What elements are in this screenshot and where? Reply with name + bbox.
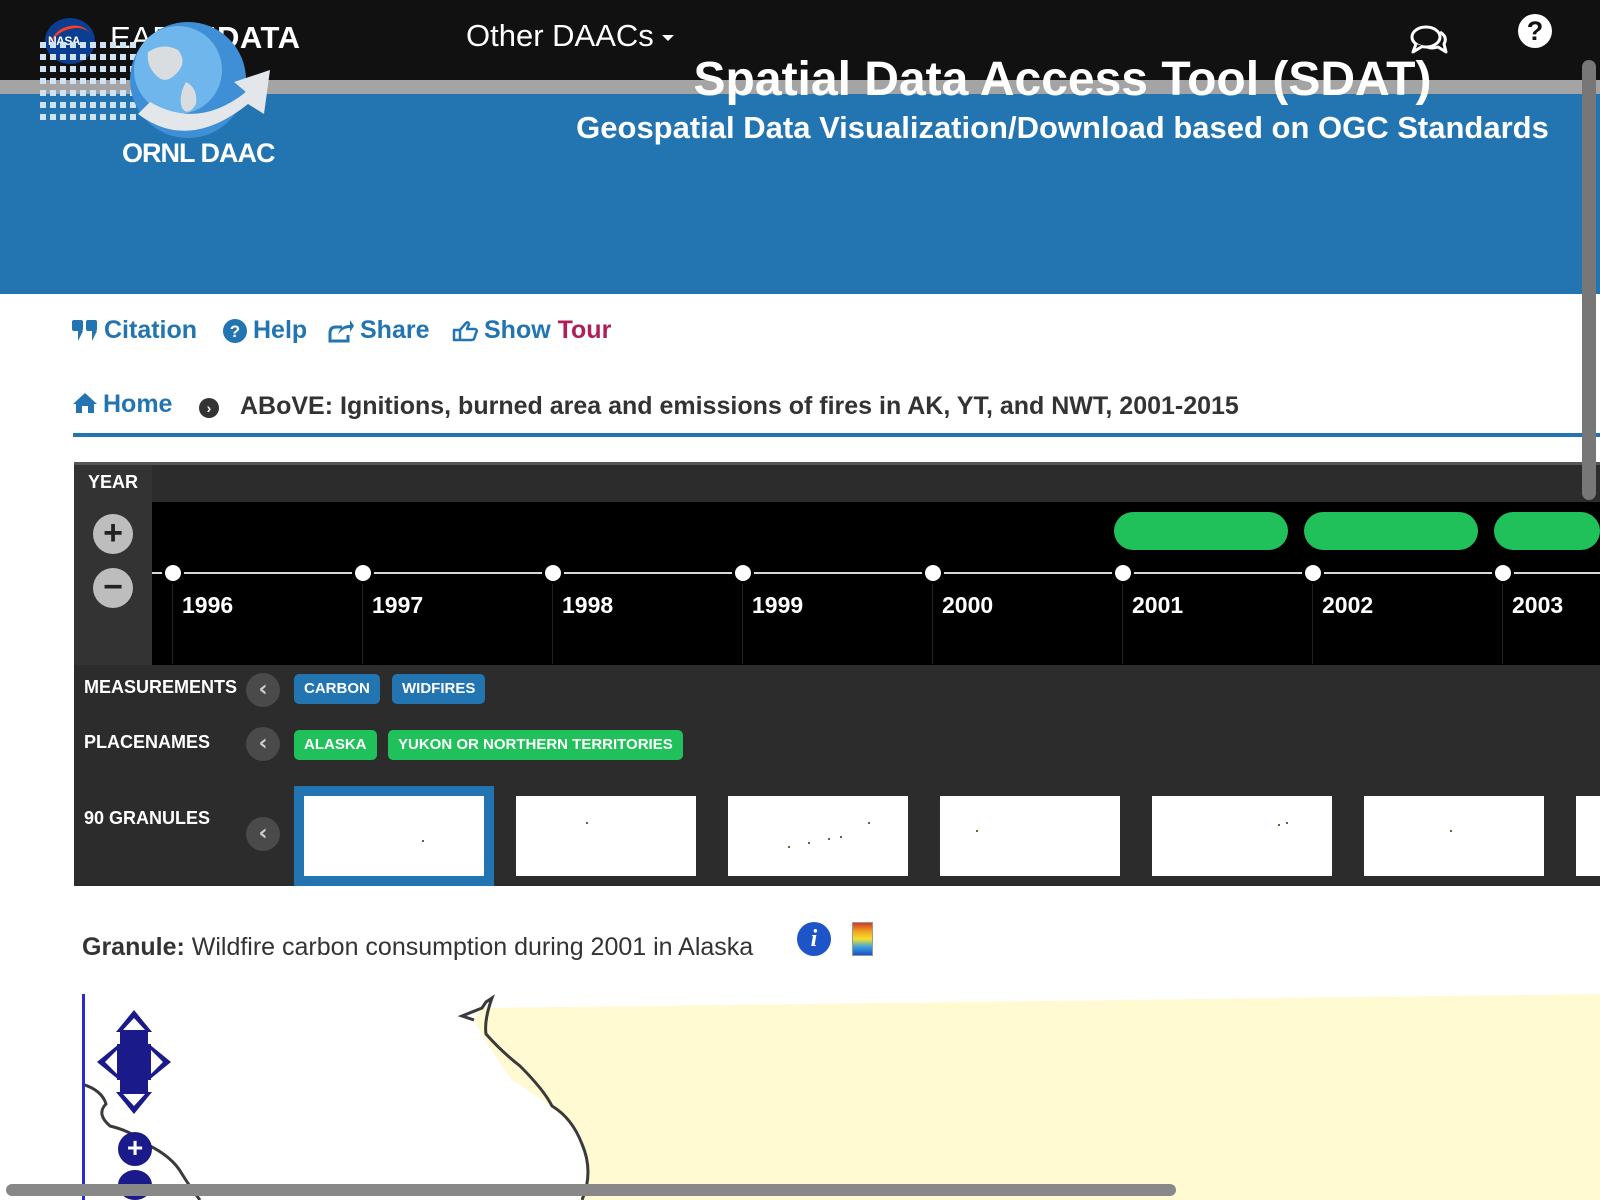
map-zoom-in-button[interactable]: + — [118, 1132, 152, 1166]
svg-text:?: ? — [230, 322, 240, 341]
timeline-tick — [552, 574, 553, 664]
other-daacs-label: Other DAACs — [466, 18, 654, 53]
share-link[interactable]: Share — [328, 316, 429, 345]
timeline-data-range-2003[interactable] — [1494, 512, 1600, 550]
tour-label: Tour — [557, 316, 612, 344]
ornl-daac-logo-text: ORNL DAAC — [122, 138, 275, 168]
granule-thumbnail[interactable] — [1364, 796, 1544, 876]
hand-pointer-icon — [452, 321, 478, 342]
timeline-tick — [1122, 574, 1123, 664]
horizontal-scrollbar[interactable] — [6, 1184, 1176, 1196]
timeline-year-marker-1999[interactable] — [732, 562, 754, 584]
placenames-label: PLACENAMES — [84, 732, 211, 752]
timeline-tick — [1312, 574, 1313, 664]
vertical-scrollbar[interactable] — [1582, 60, 1596, 500]
timeline-tick — [362, 574, 363, 664]
home-icon — [73, 393, 97, 413]
granules-count-label: 90 GRANULES — [84, 808, 211, 828]
caret-down-icon — [661, 34, 674, 41]
chevron-right-icon: › — [199, 398, 219, 418]
share-label: Share — [360, 316, 430, 344]
timeline-year-label-1999[interactable]: 1999 — [752, 592, 803, 619]
breadcrumb-home-label: Home — [103, 390, 173, 418]
info-icon[interactable]: i — [797, 922, 831, 956]
timeline-data-range-2001[interactable] — [1114, 512, 1288, 550]
timeline-year-marker-2003[interactable] — [1492, 562, 1514, 584]
timeline-year-label-2000[interactable]: 2000 — [942, 592, 993, 619]
granule-thumbnail[interactable] — [728, 796, 908, 876]
timeline-year-label-1998[interactable]: 1998 — [562, 592, 613, 619]
citation-label: Citation — [104, 316, 198, 344]
timeline-year-label-1997[interactable]: 1997 — [372, 592, 423, 619]
granule-thumbnail[interactable] — [1576, 796, 1600, 876]
timeline-tick — [1502, 574, 1503, 664]
granule-description: Granule: Wildfire carbon consumption dur… — [82, 933, 753, 962]
show-tour-link[interactable]: Show Tour — [452, 316, 611, 345]
placename-tag-alaska[interactable]: ALASKA — [294, 730, 377, 760]
other-daacs-menu[interactable]: Other DAACs — [466, 18, 674, 54]
show-label: Show — [484, 316, 551, 344]
map-left-border — [82, 994, 85, 1200]
granules-back-button[interactable]: ‹ — [246, 817, 280, 851]
granule-text: Wildfire carbon consumption during 2001 … — [191, 933, 754, 961]
timeline-zoom-column — [74, 465, 152, 665]
granule-thumbnail[interactable] — [940, 796, 1120, 876]
timeline-zoom-label: YEAR — [88, 472, 139, 492]
quote-icon — [72, 320, 97, 342]
timeline-year-label-2002[interactable]: 2002 — [1322, 592, 1373, 619]
color-legend-icon[interactable] — [852, 922, 873, 956]
timeline-year-marker-1996[interactable] — [162, 562, 184, 584]
timeline-data-range-2002[interactable] — [1304, 512, 1478, 550]
share-icon — [328, 320, 354, 343]
measurements-back-button[interactable]: ‹ — [246, 673, 280, 707]
timeline-year-marker-1997[interactable] — [352, 562, 374, 584]
help-link[interactable]: ? Help — [223, 316, 307, 345]
granule-thumbnail-selected[interactable] — [294, 786, 494, 886]
help-icon[interactable]: ? — [1518, 14, 1552, 48]
timeline-year-label-2001[interactable]: 2001 — [1132, 592, 1183, 619]
granule-thumbnail[interactable] — [1152, 796, 1332, 876]
timeline-tick — [932, 574, 933, 664]
breadcrumb-home[interactable]: Home — [73, 390, 172, 419]
timeline-year-marker-2000[interactable] — [922, 562, 944, 584]
map-pan-control[interactable] — [97, 1010, 171, 1114]
help-label: Help — [253, 316, 308, 344]
timeline-year-label-1996[interactable]: 1996 — [182, 592, 233, 619]
breadcrumb-divider — [73, 433, 1600, 437]
placename-tag-yukon[interactable]: YUKON OR NORTHERN TERRITORIES — [388, 730, 683, 760]
granule-label: Granule: — [82, 933, 185, 961]
citation-link[interactable]: Citation — [72, 316, 197, 345]
page-title: Spatial Data Access Tool (SDAT) — [693, 53, 1432, 106]
timeline-tick — [742, 574, 743, 664]
measurements-label: MEASUREMENTS — [84, 677, 238, 697]
timeline-header-bar — [152, 465, 1600, 502]
map-view[interactable] — [82, 994, 1600, 1200]
granule-thumbnail[interactable] — [516, 796, 696, 876]
timeline-year-marker-2001[interactable] — [1112, 562, 1134, 584]
timeline-zoom-out-button[interactable]: − — [93, 568, 133, 608]
page-subtitle: Geospatial Data Visualization/Download b… — [576, 110, 1549, 145]
timeline-zoom-in-button[interactable]: + — [93, 514, 133, 554]
question-circle-icon: ? — [223, 319, 247, 344]
placenames-back-button[interactable]: ‹ — [246, 727, 280, 761]
granule-thumbnail-image — [304, 796, 484, 876]
timeline-year-label-2003[interactable]: 2003 — [1512, 592, 1563, 619]
timeline-year-marker-2002[interactable] — [1302, 562, 1324, 584]
timeline-tick — [172, 574, 173, 664]
timeline-year-marker-1998[interactable] — [542, 562, 564, 584]
measurement-tag-wildfires[interactable]: WIDFIRES — [392, 674, 486, 704]
breadcrumb-dataset-title: ABoVE: Ignitions, burned area and emissi… — [240, 392, 1239, 420]
measurement-tag-carbon[interactable]: CARBON — [294, 674, 380, 704]
